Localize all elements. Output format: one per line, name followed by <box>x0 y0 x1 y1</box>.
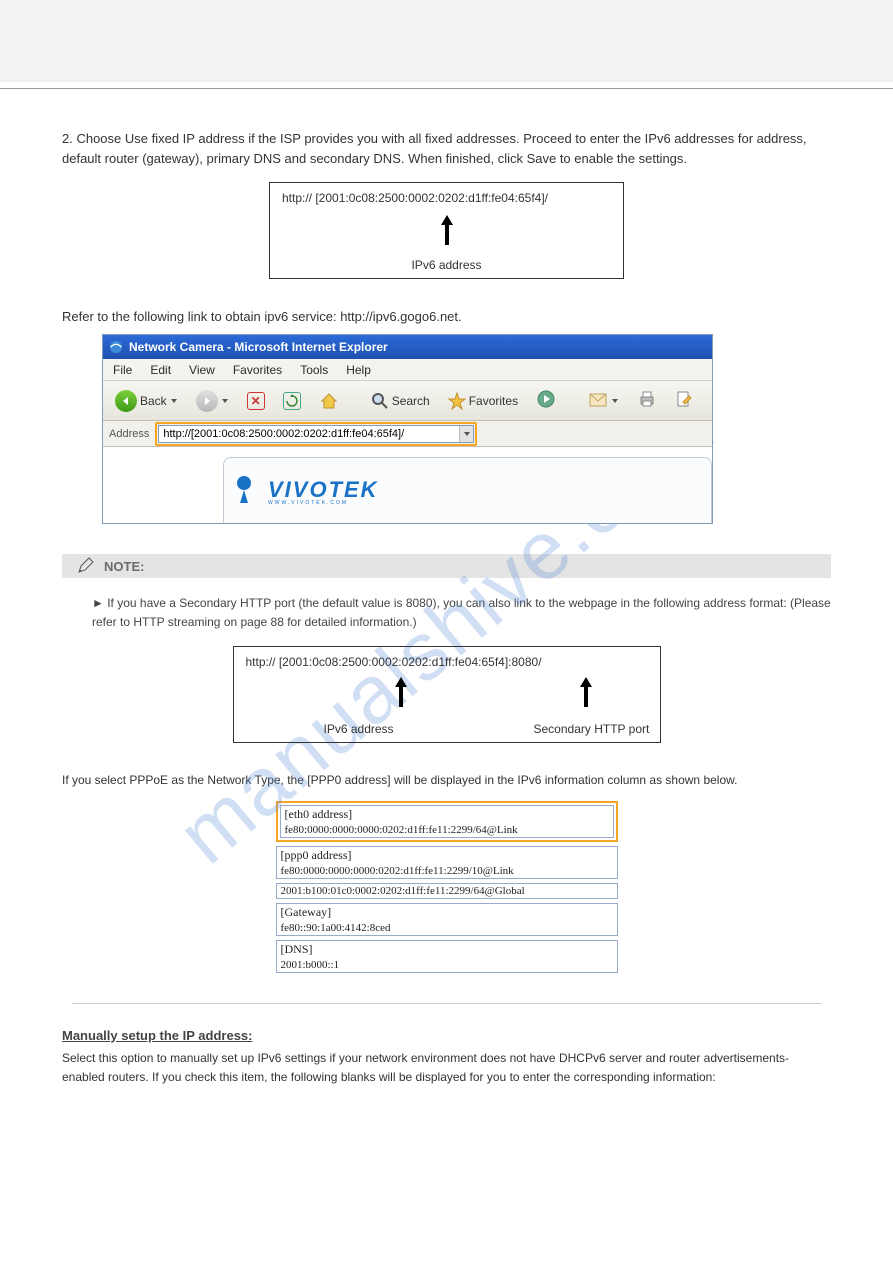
url2-caption-2: Secondary HTTP port <box>534 722 650 736</box>
ppp0-label: [ppp0 address] <box>277 847 617 864</box>
titlebar: Network Camera - Microsoft Internet Expl… <box>103 335 712 359</box>
favorites-label: Favorites <box>469 394 518 408</box>
chevron-down-icon <box>611 397 619 405</box>
note-label: NOTE: <box>104 559 144 574</box>
home-icon <box>319 391 339 411</box>
reference-line: Refer to the following link to obtain ip… <box>62 309 831 324</box>
ppp0-paragraph: If you select PPPoE as the Network Type,… <box>62 771 831 790</box>
port-heading: Manually setup the IP address: <box>62 1028 831 1043</box>
address-bar: Address <box>103 421 712 447</box>
search-button[interactable]: Search <box>365 390 436 412</box>
address-highlight <box>155 422 477 446</box>
close-icon: ✕ <box>247 392 265 410</box>
edit-button[interactable] <box>669 388 699 413</box>
url-example-box-2: http:// [2001:0c08:2500:0002:0202:d1ff:f… <box>233 646 661 743</box>
browser-screenshot: Network Camera - Microsoft Internet Expl… <box>102 334 713 524</box>
messenger-button[interactable] <box>705 387 713 414</box>
ppp0-value-2: 2001:b100:01c0:0002:0202:d1ff:fe11:2299/… <box>277 884 617 898</box>
forward-arrow-icon <box>196 390 218 412</box>
edit-icon <box>675 390 693 411</box>
home-button[interactable] <box>313 389 345 413</box>
window-title: Network Camera - Microsoft Internet Expl… <box>129 340 388 354</box>
messenger-icon <box>711 389 713 412</box>
gateway-label: [Gateway] <box>277 904 617 921</box>
media-icon <box>536 389 556 412</box>
refresh-icon <box>283 392 301 410</box>
pencil-icon <box>76 557 94 575</box>
forward-button[interactable] <box>190 388 235 414</box>
eth0-highlight: [eth0 address] fe80:0000:0000:0000:0202:… <box>276 801 618 842</box>
toolbar: Back ✕ <box>103 381 712 421</box>
logo-text: VIVOTEK <box>268 477 379 502</box>
header-band <box>0 0 893 82</box>
gateway-value: fe80::90:1a00:4142:8ced <box>277 921 617 935</box>
printer-icon <box>637 390 657 411</box>
dns-label: [DNS] <box>277 941 617 958</box>
url-example-box-1: http:// [2001:0c08:2500:0002:0202:d1ff:f… <box>269 182 624 279</box>
favorites-button[interactable]: Favorites <box>442 390 524 412</box>
chevron-down-icon <box>221 397 229 405</box>
refresh-button[interactable] <box>277 390 307 412</box>
stop-button[interactable]: ✕ <box>241 390 271 412</box>
ipv6-info-block: [eth0 address] fe80:0000:0000:0000:0202:… <box>276 801 618 973</box>
menu-edit[interactable]: Edit <box>150 363 171 377</box>
url-text-2: http:// [2001:0c08:2500:0002:0202:d1ff:f… <box>246 655 648 669</box>
arrow-up-icon <box>440 215 454 245</box>
print-button[interactable] <box>631 388 663 413</box>
note-band: NOTE: <box>62 554 831 578</box>
back-button[interactable]: Back <box>109 388 184 414</box>
menu-bar: File Edit View Favorites Tools Help <box>103 359 712 381</box>
menu-help[interactable]: Help <box>346 363 371 377</box>
url2-caption-1: IPv6 address <box>324 722 394 736</box>
arrow-up-icon <box>579 677 593 707</box>
ie-logo-icon <box>109 340 123 354</box>
brand-logo: VIVOTEK WWW.VIVOTEK.COM <box>236 475 379 508</box>
url-caption-1: IPv6 address <box>411 258 481 272</box>
menu-view[interactable]: View <box>189 363 215 377</box>
mail-icon <box>588 390 608 411</box>
arrow-up-icon <box>394 677 408 707</box>
menu-favorites[interactable]: Favorites <box>233 363 282 377</box>
dns-value: 2001:b000::1 <box>277 958 617 972</box>
back-arrow-icon <box>115 390 137 412</box>
eth0-label: [eth0 address] <box>281 806 613 823</box>
address-label: Address <box>109 428 149 440</box>
media-button[interactable] <box>530 387 562 414</box>
separator-line <box>72 1003 821 1004</box>
address-dropdown-icon[interactable] <box>459 426 473 442</box>
back-label: Back <box>140 394 167 408</box>
logo-icon <box>236 475 262 508</box>
ppp0-value-1: fe80:0000:0000:0000:0202:d1ff:fe11:2299/… <box>277 864 617 878</box>
divider <box>0 88 893 89</box>
menu-file[interactable]: File <box>113 363 132 377</box>
star-icon <box>448 392 466 410</box>
page-area: VIVOTEK WWW.VIVOTEK.COM <box>103 447 712 524</box>
note-item-1: ► If you have a Secondary HTTP port (the… <box>92 594 831 632</box>
port-body: Select this option to manually set up IP… <box>62 1049 831 1087</box>
url-text-1: http:// [2001:0c08:2500:0002:0202:d1ff:f… <box>282 191 611 205</box>
menu-tools[interactable]: Tools <box>300 363 328 377</box>
mail-button[interactable] <box>582 388 625 413</box>
search-icon <box>371 392 389 410</box>
search-label: Search <box>392 394 430 408</box>
address-input[interactable] <box>158 425 474 443</box>
chevron-down-icon <box>170 397 178 405</box>
note-list: ► If you have a Secondary HTTP port (the… <box>92 594 831 632</box>
intro-paragraph: 2. Choose Use fixed IP address if the IS… <box>62 129 831 168</box>
eth0-value: fe80:0000:0000:0000:0202:d1ff:fe11:2299/… <box>281 823 613 837</box>
